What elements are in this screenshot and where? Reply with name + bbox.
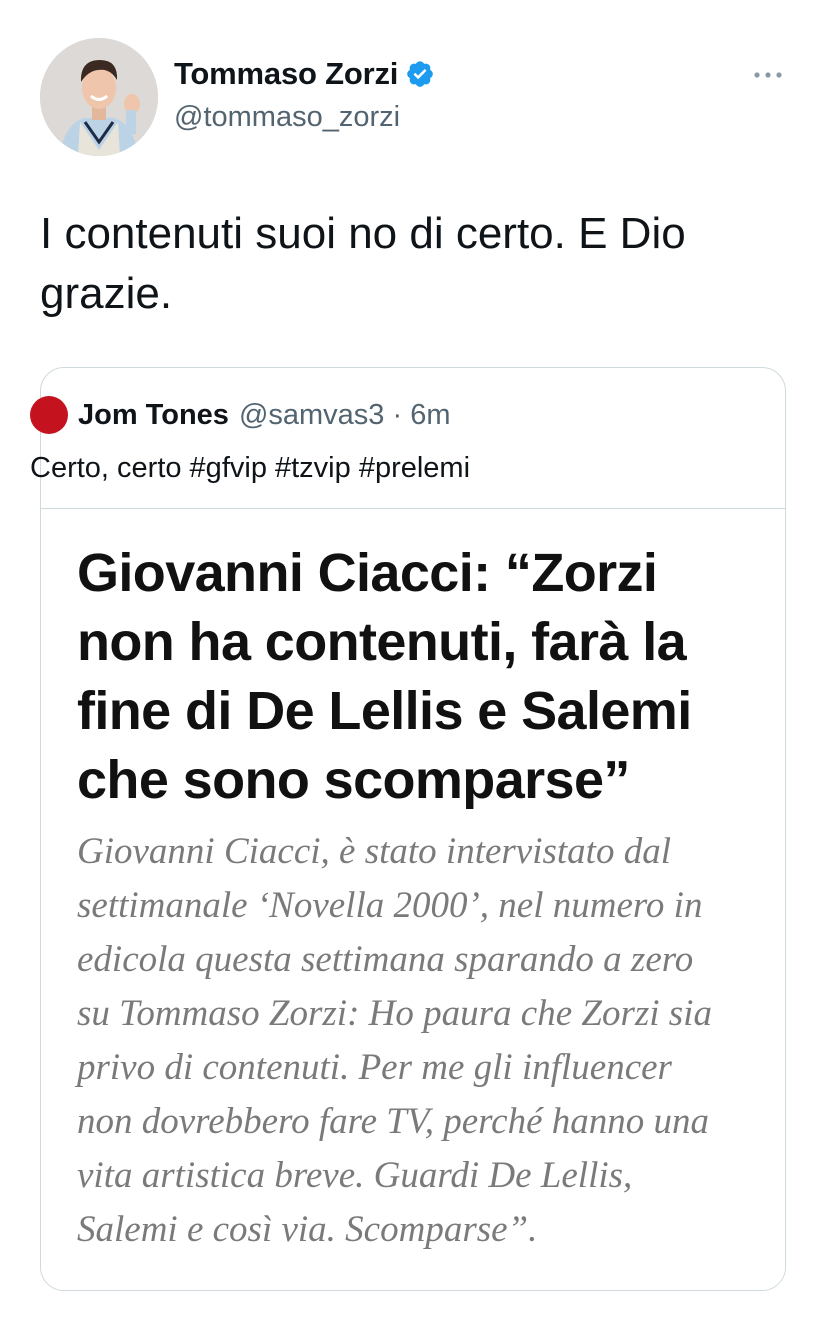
avatar-photo [40,38,158,156]
more-options-icon[interactable] [752,62,784,88]
quoted-tweet-header: Jom Tones @samvas3 · 6m [30,396,450,434]
author-name[interactable]: Tommaso Zorzi [174,56,435,92]
quoted-tweet-text: Certo, certo #gfvip #tzvip #prelemi [30,452,471,484]
author-handle[interactable]: @tommaso_zorzi [174,101,400,134]
author-name-text: Tommaso Zorzi [174,56,399,91]
article-excerpt: Giovanni Ciacci, è stato intervistato da… [77,831,712,1250]
quoted-author-avatar[interactable] [30,396,68,434]
quoted-author-name[interactable]: Jom Tones [78,399,229,432]
quoted-tweet-card[interactable]: Giovanni Ciacci: “Zorzi non ha contenuti… [40,367,786,1291]
quoted-tweet-image[interactable]: Giovanni Ciacci: “Zorzi non ha contenuti… [41,508,785,1290]
author-avatar[interactable] [40,38,158,156]
quoted-author-meta: @samvas3 · 6m [238,398,451,431]
article-headline: Giovanni Ciacci: “Zorzi non ha contenuti… [77,543,692,810]
tweet-text: I contenuti suoi no di certo. E Dio graz… [40,209,686,318]
verified-badge-icon [405,59,435,89]
